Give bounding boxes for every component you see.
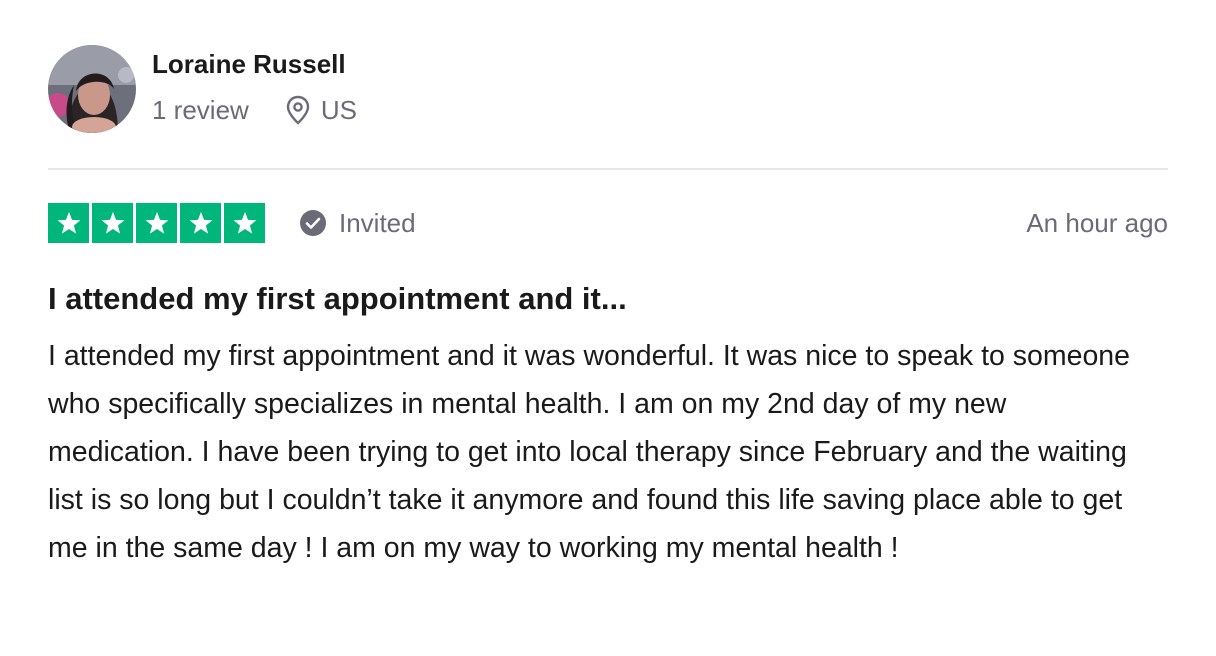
review-count: 1 review	[152, 95, 249, 125]
star-icon	[48, 203, 89, 243]
consumer-info: Loraine Russell 1 review US	[48, 44, 1168, 134]
consumer-name[interactable]: Loraine Russell	[152, 49, 357, 79]
star-icon	[180, 203, 221, 243]
star-rating	[48, 203, 265, 243]
location-label: US	[320, 95, 357, 125]
divider	[48, 168, 1168, 170]
star-icon	[136, 203, 177, 243]
review-body: I attended my first appointment and it w…	[48, 340, 1130, 564]
consumer-meta: 1 review US	[152, 95, 357, 125]
consumer-location: US	[285, 95, 357, 125]
avatar[interactable]	[48, 45, 136, 133]
review-card: Loraine Russell 1 review US Invited An h…	[48, 44, 1168, 572]
review-date: An hour ago	[1026, 207, 1168, 238]
rating-row: Invited	[48, 203, 416, 243]
star-icon	[224, 203, 265, 243]
avatar-photo	[48, 45, 136, 133]
location-pin-icon	[285, 95, 311, 125]
invited-label: Invited	[339, 207, 416, 238]
invited-badge[interactable]: Invited	[299, 208, 416, 239]
star-icon	[92, 203, 133, 243]
review-header: Invited An hour ago	[48, 202, 1168, 244]
check-circle-icon	[299, 209, 327, 237]
review-title[interactable]: I attended my first appointment and it..…	[48, 280, 1168, 318]
